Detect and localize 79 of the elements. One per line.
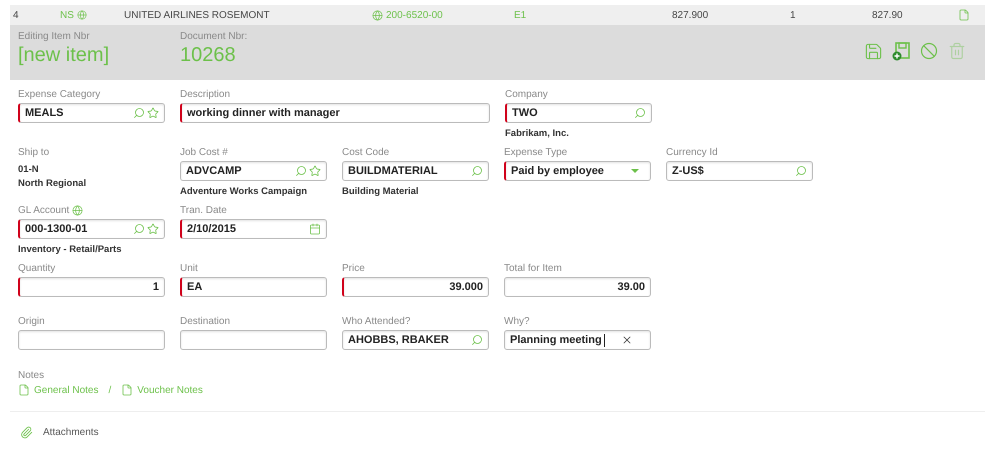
row-cell: E1 <box>514 10 526 20</box>
input-field[interactable]: EA <box>180 277 327 297</box>
row-cell: NS <box>60 10 74 20</box>
input-field[interactable]: MEALS <box>18 103 165 123</box>
field-value: 01-N <box>18 164 40 175</box>
field-label: Job Cost # <box>180 146 229 159</box>
field-description: Adventure Works Campaign <box>180 186 308 197</box>
input-field[interactable]: Z-US$ <box>666 161 813 181</box>
document-icon <box>121 384 134 396</box>
document-icon <box>958 9 970 21</box>
input-field[interactable]: BUILDMATERIAL <box>342 161 489 181</box>
globe-icon <box>372 10 383 20</box>
input-field[interactable]: 39.00 <box>504 277 651 297</box>
field-label: Currency Id <box>666 146 719 159</box>
search-icon <box>471 334 483 346</box>
field-label: Company <box>505 88 549 101</box>
row-cell: UNITED AIRLINES ROSEMONT <box>124 10 270 20</box>
dropdown-caret-icon <box>631 169 639 173</box>
search-icon <box>634 107 646 119</box>
input-field[interactable]: ADVCAMP <box>180 161 327 181</box>
attachments-label[interactable]: Attachments <box>43 427 99 438</box>
field-label: Why? <box>504 315 531 328</box>
field-label: Ship to <box>18 146 50 159</box>
field-label: Description <box>180 88 232 101</box>
field-label: Quantity <box>18 262 56 275</box>
input-field[interactable]: 1 <box>18 277 165 297</box>
field-label: Price <box>342 262 366 275</box>
dropdown-field[interactable]: Paid by employee <box>504 161 651 181</box>
cancel-button[interactable] <box>919 41 939 61</box>
field-description: Fabrikam, Inc. <box>505 128 570 139</box>
input-field[interactable]: 000-1300-01 <box>18 219 165 239</box>
row-cell: 4 <box>13 10 19 20</box>
input-field[interactable]: TWO <box>505 103 652 123</box>
search-icon <box>133 223 145 235</box>
search-icon <box>471 165 483 177</box>
field-label: Expense Type <box>504 146 568 159</box>
paperclip-icon <box>20 426 33 439</box>
header-label: Document Nbr: <box>180 31 248 42</box>
row-cell: 827.90 <box>872 10 903 20</box>
star-icon <box>147 107 159 119</box>
field-description: North Regional <box>18 178 88 189</box>
clear-icon <box>621 334 633 346</box>
star-icon <box>309 165 321 177</box>
field-label: Expense Category <box>18 88 102 101</box>
line-item-row[interactable]: 4 NS UNITED AIRLINES ROSEMONT 200-6520-00 E1 827.900 1 827.90 <box>10 5 985 25</box>
field-description: Building Material <box>342 186 420 197</box>
field-label: Origin <box>18 315 46 328</box>
star-icon <box>147 223 159 235</box>
field-label: Unit <box>180 262 199 275</box>
date-field[interactable]: 2/10/2015 <box>180 219 327 239</box>
field-label: Cost Code <box>342 146 390 159</box>
input-field[interactable]: 39.000 <box>342 277 489 297</box>
document-icon <box>18 384 30 396</box>
save-new-button[interactable] <box>891 41 911 61</box>
field-label: Total for Item <box>504 262 563 275</box>
input-field[interactable]: working dinner with manager <box>180 103 490 123</box>
field-label: Tran. Date <box>180 204 228 217</box>
separator: / <box>108 384 112 396</box>
text-cursor <box>604 334 605 346</box>
field-label: GL Account <box>18 204 165 217</box>
header-value: [new item] <box>18 44 110 67</box>
calendar-icon <box>309 223 321 235</box>
notes-label: Notes <box>18 370 46 381</box>
row-cell: 827.900 <box>672 10 708 20</box>
field-label: Who Attended? <box>342 315 412 328</box>
input-field[interactable]: Planning meeting <box>504 330 651 350</box>
header-label: Editing Item Nbr <box>18 31 91 42</box>
search-icon <box>295 165 307 177</box>
search-icon <box>795 165 807 177</box>
header-value: 10268 <box>180 44 237 67</box>
row-cell: 1 <box>790 10 796 20</box>
search-icon <box>133 107 145 119</box>
row-cell: 200-6520-00 <box>386 10 443 20</box>
input-field[interactable]: AHOBBS, RBAKER <box>342 330 489 350</box>
input-field[interactable] <box>180 330 327 350</box>
save-button[interactable] <box>863 41 883 61</box>
field-label: Destination <box>180 315 232 328</box>
input-field[interactable] <box>18 330 165 350</box>
field-description: Inventory - Retail/Parts <box>18 244 122 255</box>
